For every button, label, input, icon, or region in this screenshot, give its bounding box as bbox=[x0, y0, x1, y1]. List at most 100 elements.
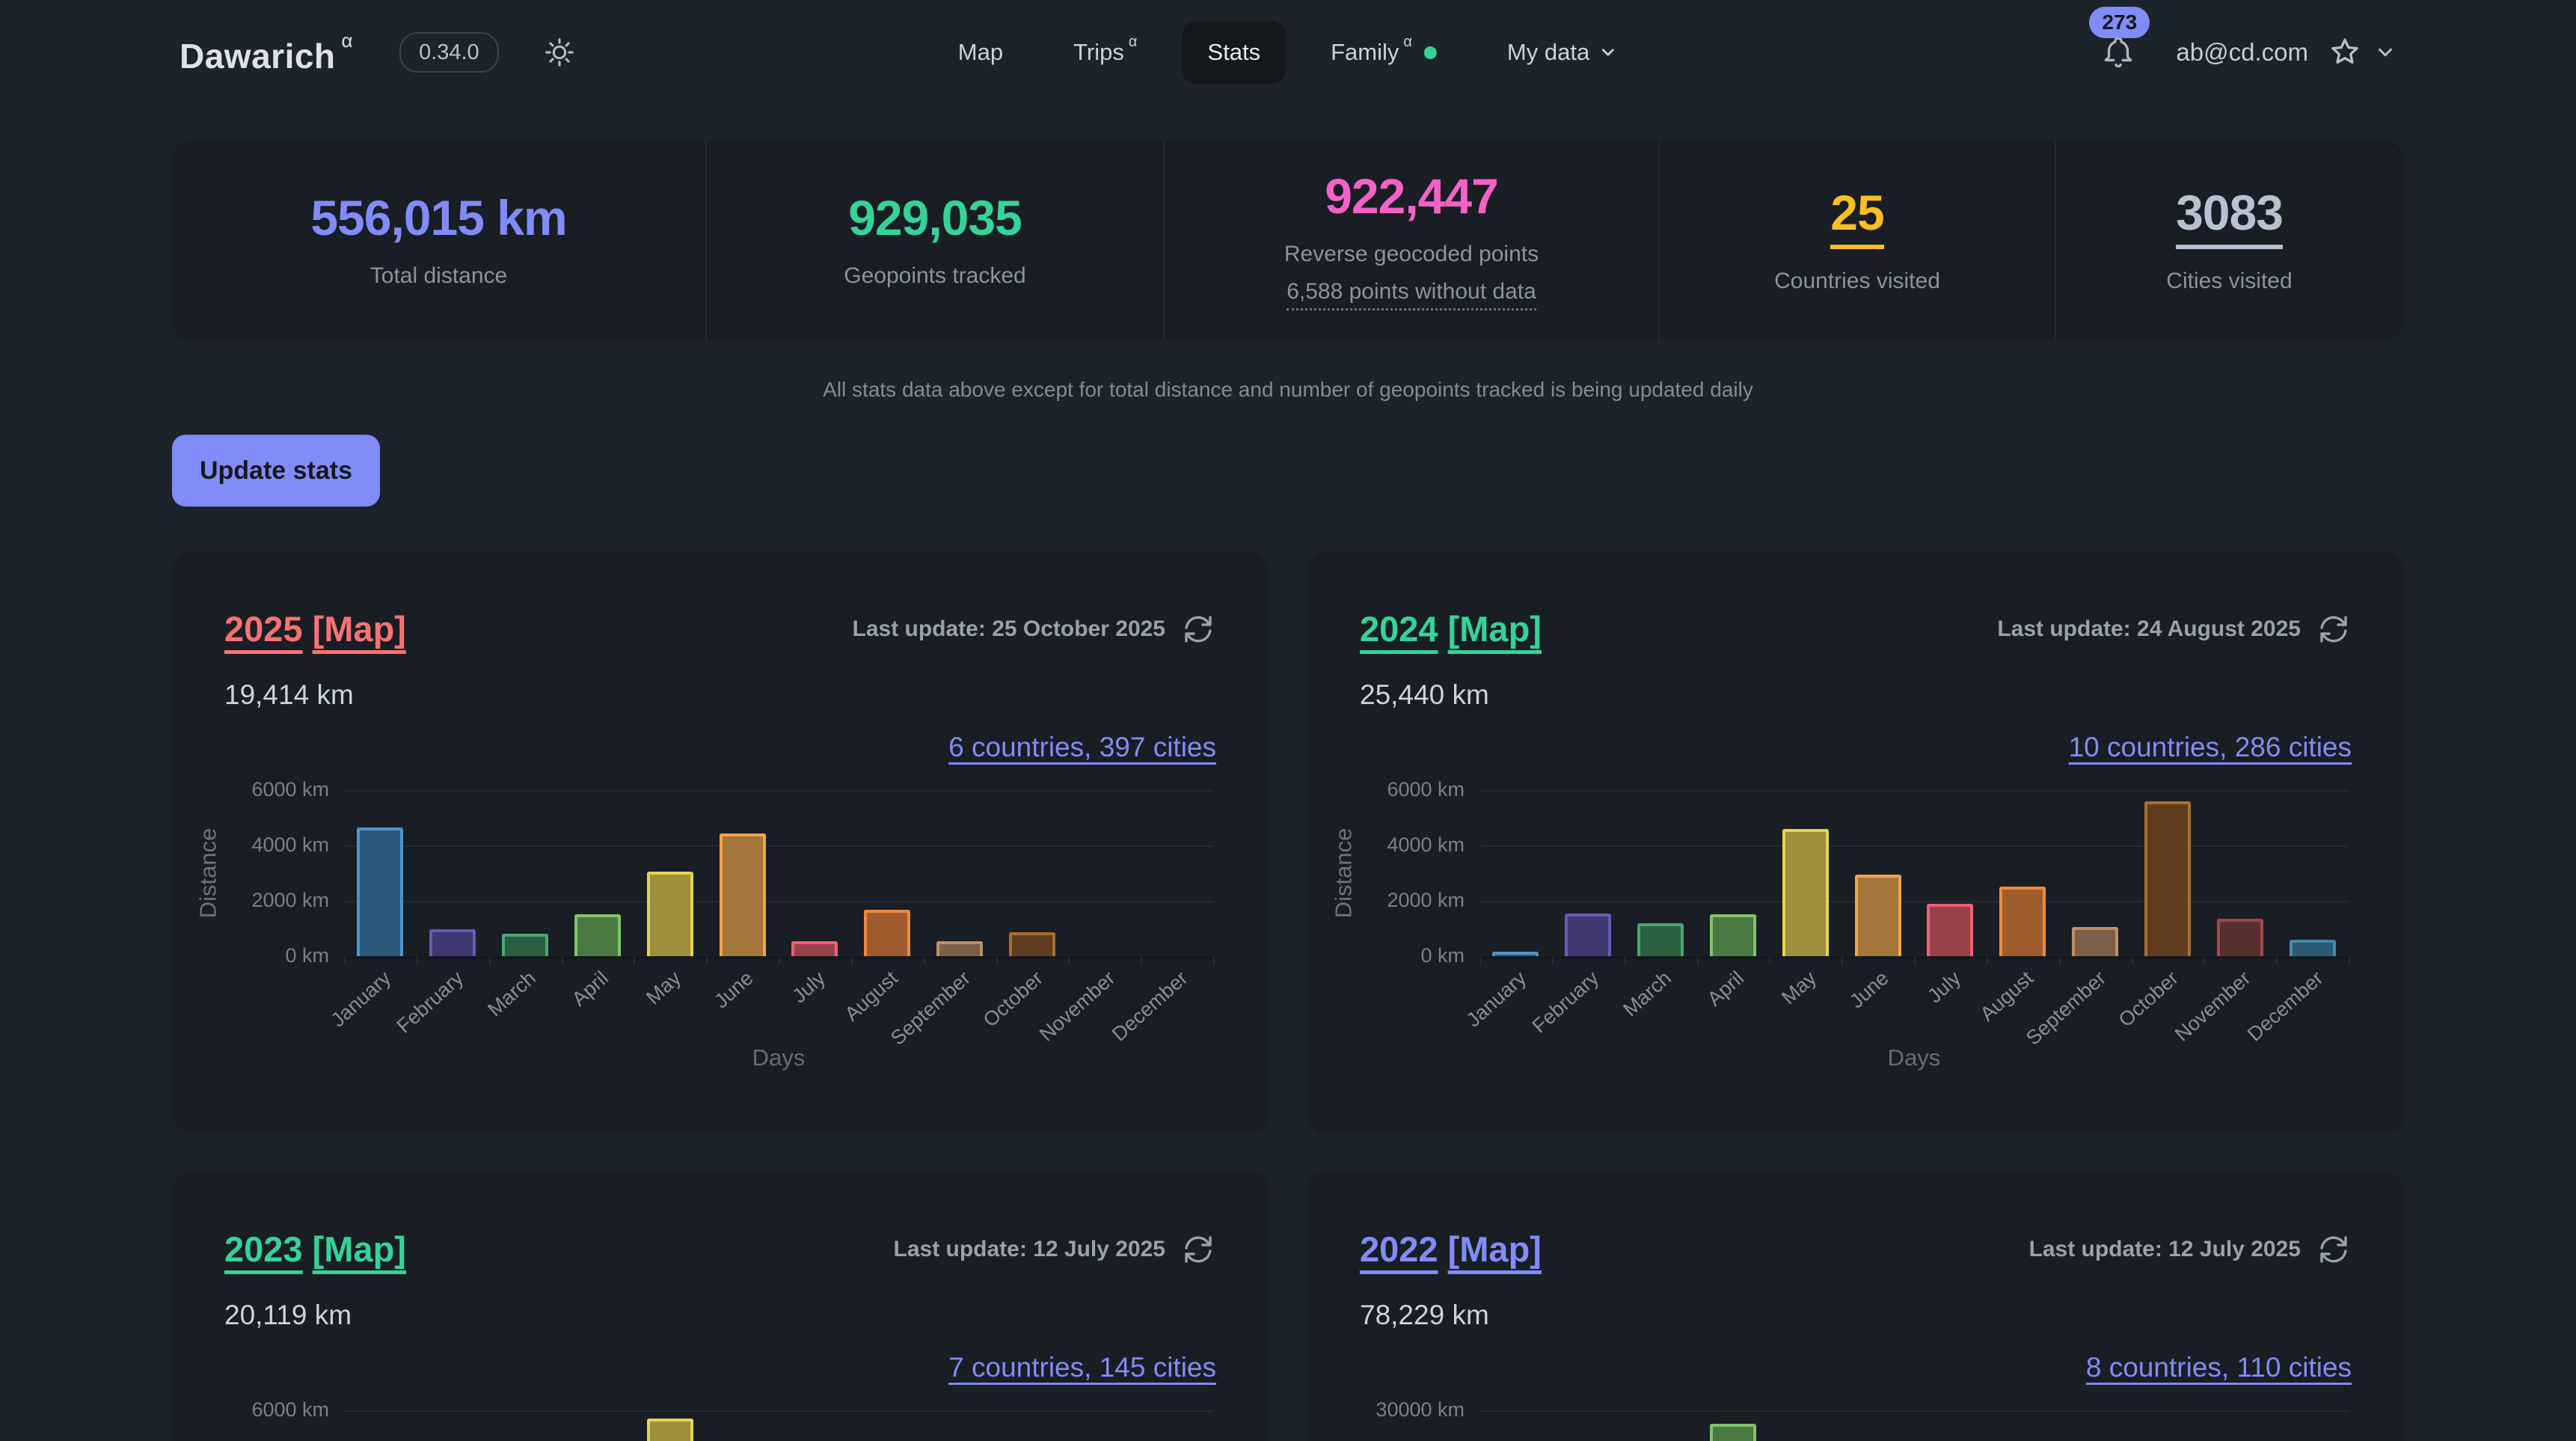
x-tick bbox=[1552, 956, 1554, 965]
map-link[interactable]: [Map] bbox=[1448, 609, 1542, 649]
last-update: Last update: 12 July 2025 bbox=[2029, 1232, 2352, 1267]
x-tick-label: March bbox=[1619, 967, 1675, 1021]
bar-may bbox=[647, 872, 693, 956]
map-link[interactable]: [Map] bbox=[313, 1229, 406, 1269]
card-header: 2025 [Map] Last update: 25 October 2025 bbox=[224, 608, 1216, 649]
bar-slot bbox=[1914, 1410, 1987, 1441]
bar-march bbox=[1637, 923, 1684, 956]
x-tick-label: November bbox=[2171, 967, 2255, 1046]
x-tick bbox=[562, 956, 563, 965]
x-tick bbox=[1625, 956, 1626, 965]
x-tick bbox=[344, 956, 346, 965]
x-tick-label: June bbox=[1845, 967, 1893, 1013]
monthly-distance-chart: Distance 30000 km20000 km10000 km0 kmJan… bbox=[1479, 1410, 2349, 1441]
x-tick-label: February bbox=[393, 967, 468, 1038]
x-tick bbox=[489, 956, 491, 965]
bar-july bbox=[791, 941, 838, 956]
monthly-distance-chart: Distance 6000 km4000 km2000 km0 kmJanuar… bbox=[344, 1410, 1213, 1441]
bar-slot bbox=[344, 790, 417, 956]
map-link[interactable]: [Map] bbox=[1448, 1229, 1542, 1269]
countries-cities-link[interactable]: 8 countries, 110 cities bbox=[2086, 1352, 2352, 1383]
card-title: 2024 [Map] bbox=[1360, 608, 1542, 649]
refresh-icon[interactable] bbox=[1180, 1232, 1216, 1267]
bar-slot bbox=[2131, 790, 2204, 956]
update-stats-button[interactable]: Update stats bbox=[172, 435, 380, 507]
notifications-button[interactable]: 273 bbox=[2100, 34, 2137, 71]
x-tick-label: May bbox=[642, 967, 686, 1009]
version-badge[interactable]: 0.34.0 bbox=[399, 32, 499, 73]
online-status-dot bbox=[1424, 46, 1437, 59]
nav-item-label: Family bbox=[1331, 39, 1399, 66]
card-header: 2024 [Map] Last update: 24 August 2025 bbox=[1360, 608, 2352, 649]
x-tick bbox=[1769, 956, 1770, 965]
bar-february bbox=[429, 929, 476, 956]
countries-cities-row: 8 countries, 110 cities bbox=[1360, 1352, 2352, 1383]
bar-september bbox=[2072, 927, 2118, 956]
stat-label: Countries visited bbox=[1774, 269, 1940, 294]
stat-value[interactable]: 25 bbox=[1830, 187, 1883, 249]
nav-item-map[interactable]: Map bbox=[933, 21, 1028, 84]
x-tick-label: February bbox=[1528, 967, 1604, 1038]
user-email[interactable]: ab@cd.com bbox=[2176, 38, 2308, 67]
nav-item-trips[interactable]: Tripsα bbox=[1048, 21, 1162, 84]
bar-slot bbox=[1841, 1410, 1914, 1441]
bar-april bbox=[574, 914, 621, 956]
x-tick-label: October bbox=[2115, 967, 2183, 1032]
refresh-icon[interactable] bbox=[2316, 1232, 2352, 1267]
bar-slot bbox=[706, 1410, 779, 1441]
x-tick-label: August bbox=[1976, 967, 2038, 1026]
notifications-count-badge: 273 bbox=[2089, 7, 2150, 38]
star-icon[interactable] bbox=[2328, 35, 2362, 70]
refresh-icon[interactable] bbox=[2316, 611, 2352, 647]
nav-item-family[interactable]: Familyα bbox=[1305, 21, 1462, 84]
bar-slot bbox=[634, 1410, 706, 1441]
card-title: 2023 [Map] bbox=[224, 1229, 406, 1270]
navbar: Dawarichα 0.34.0 MapTripsαStatsFamilyαMy… bbox=[0, 0, 2576, 105]
countries-cities-link[interactable]: 10 countries, 286 cities bbox=[2069, 732, 2352, 762]
countries-cities-link[interactable]: 6 countries, 397 cities bbox=[948, 732, 1216, 762]
bar-november bbox=[2217, 919, 2263, 956]
stat-label: Reverse geocoded points bbox=[1284, 242, 1539, 267]
nav-item-stats[interactable]: Stats bbox=[1182, 21, 1286, 84]
bars bbox=[1479, 1410, 2349, 1441]
x-tick bbox=[706, 956, 708, 965]
y-tick-label: 2000 km bbox=[1360, 889, 1465, 912]
theme-toggle-button[interactable] bbox=[544, 37, 575, 68]
bar-september bbox=[936, 941, 983, 956]
x-tick bbox=[1141, 956, 1142, 965]
y-axis-title: Distance bbox=[1321, 790, 1366, 956]
y-tick-label: 6000 km bbox=[224, 778, 329, 801]
monthly-distance-chart: Distance 6000 km4000 km2000 km0 kmJanuar… bbox=[344, 790, 1213, 959]
bars bbox=[344, 790, 1213, 956]
x-tick bbox=[417, 956, 418, 965]
last-update-text: Last update: 12 July 2025 bbox=[2029, 1237, 2301, 1262]
bar-slot bbox=[1914, 790, 1987, 956]
stat-value[interactable]: 3083 bbox=[2176, 187, 2283, 249]
sun-icon bbox=[544, 37, 575, 68]
refresh-icon[interactable] bbox=[1180, 611, 1216, 647]
bar-slot bbox=[1841, 790, 1914, 956]
stat-sub-note: 6,588 points without data bbox=[1287, 279, 1536, 310]
countries-cities-link[interactable]: 7 countries, 145 cities bbox=[948, 1352, 1216, 1383]
y-tick-label: 2000 km bbox=[224, 889, 329, 912]
year-link[interactable]: 2025 bbox=[224, 609, 303, 649]
year-link[interactable]: 2022 bbox=[1360, 1229, 1438, 1269]
user-menu-chevron-icon[interactable] bbox=[2374, 41, 2396, 64]
last-update: Last update: 25 October 2025 bbox=[853, 611, 1216, 647]
x-tick bbox=[1987, 956, 1988, 965]
bar-april bbox=[1710, 1424, 1756, 1441]
bar-slot bbox=[1769, 1410, 1841, 1441]
x-tick bbox=[1841, 956, 1843, 965]
bar-january bbox=[1492, 952, 1539, 956]
year-link[interactable]: 2023 bbox=[224, 1229, 303, 1269]
nav-item-my-data[interactable]: My data bbox=[1482, 21, 1643, 84]
x-tick bbox=[924, 956, 925, 965]
chart-plot-area: 6000 km4000 km2000 km0 kmJanuaryFebruary… bbox=[344, 790, 1213, 959]
year-link[interactable]: 2024 bbox=[1360, 609, 1438, 649]
bar-slot bbox=[1696, 790, 1769, 956]
map-link[interactable]: [Map] bbox=[313, 609, 406, 649]
last-update-text: Last update: 24 August 2025 bbox=[1997, 617, 2301, 642]
bar-slot bbox=[2059, 1410, 2132, 1441]
stat-label: Total distance bbox=[370, 263, 507, 289]
year-distance: 78,229 km bbox=[1360, 1300, 2352, 1331]
